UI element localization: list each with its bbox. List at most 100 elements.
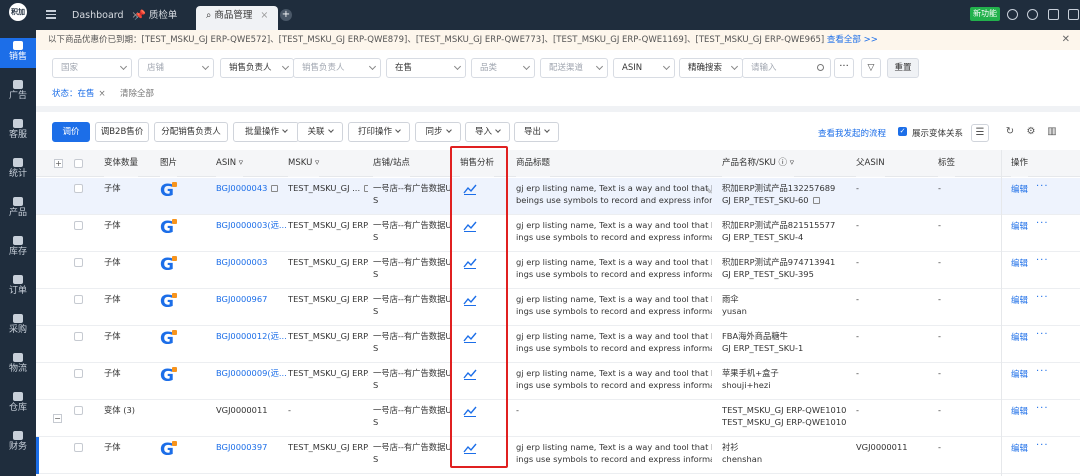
reset-button[interactable]: 重置 xyxy=(887,58,919,78)
tab-dashboard[interactable]: Dashboard × xyxy=(72,6,140,26)
menu-toggle-icon[interactable] xyxy=(46,10,56,19)
status-select[interactable]: 在售 xyxy=(386,58,466,78)
sidebar-item-finance[interactable]: 财务 xyxy=(0,428,36,458)
row-checkbox[interactable] xyxy=(74,258,83,267)
category-select[interactable]: 品类 xyxy=(471,58,535,78)
edit-title-icon[interactable]: ✎ xyxy=(706,187,713,196)
tab-quality-check[interactable]: 📌 质检单 xyxy=(134,6,177,26)
filter-icon[interactable]: ▿ xyxy=(790,158,794,168)
product-thumbnail[interactable]: G xyxy=(160,367,177,385)
sales-trend-icon[interactable] xyxy=(463,368,477,380)
help-icon[interactable] xyxy=(1007,9,1018,20)
adjust-price-button[interactable]: 调价 xyxy=(52,122,90,142)
table-row[interactable]: 子体 G BGJ0000043 TEST_MSKU_GJ ... 一号店--有广告数据U… xyxy=(36,178,1080,215)
edit-link[interactable]: 编辑 xyxy=(1011,257,1028,269)
edit-link[interactable]: 编辑 xyxy=(1011,405,1028,417)
asin-link[interactable]: BGJ0000012(远... xyxy=(216,331,286,342)
list-view-icon[interactable]: ☰ xyxy=(971,124,989,142)
more-actions-icon[interactable]: ··· xyxy=(1036,366,1049,377)
asin-link[interactable]: BGJ0000003(远... xyxy=(216,220,286,231)
edit-link[interactable]: 编辑 xyxy=(1011,331,1028,343)
asin-link[interactable]: BGJ0000009(远... xyxy=(216,368,286,379)
sidebar-item-warehouse[interactable]: 仓库 xyxy=(0,389,36,419)
sidebar-item-products[interactable]: 产品 xyxy=(0,194,36,224)
row-checkbox[interactable] xyxy=(74,295,83,304)
settings-icon[interactable]: ⚙ xyxy=(1022,124,1040,142)
sync-button[interactable]: 同步 xyxy=(415,122,461,142)
asin-link[interactable]: BGJ0000397 xyxy=(216,442,267,453)
header-msku[interactable]: MSKU ▿ xyxy=(288,150,320,177)
more-actions-icon[interactable]: ··· xyxy=(1036,403,1049,414)
sidebar-item-ads[interactable]: 广告 xyxy=(0,77,36,107)
edit-link[interactable]: 编辑 xyxy=(1011,442,1028,454)
adjust-b2b-price-button[interactable]: 调B2B售价 xyxy=(95,122,149,142)
owner-type-select[interactable]: 销售负责人 xyxy=(220,58,294,78)
header-product-name-sku[interactable]: 产品名称/SKU ⓘ ▿ xyxy=(722,150,795,177)
filter-icon[interactable]: ▿ xyxy=(239,158,243,168)
tab-product-management[interactable]: ⌕ 商品管理 × xyxy=(196,6,279,30)
product-thumbnail[interactable]: G xyxy=(160,441,177,459)
search-input[interactable]: 请输入 xyxy=(742,58,831,78)
table-row[interactable]: 子体 G BGJ0000397 TEST_MSKU_GJ ERP... 一号店--有广告… xyxy=(36,437,1080,474)
my-flows-link[interactable]: 查看我发起的流程 xyxy=(818,127,886,139)
table-row[interactable]: 子体 G BGJ0000003(远... TEST_MSKU_GJ ERP... 一号店… xyxy=(36,215,1080,252)
row-checkbox[interactable] xyxy=(74,332,83,341)
copy-icon[interactable] xyxy=(271,185,279,192)
settings-icon[interactable] xyxy=(1027,9,1038,20)
row-checkbox[interactable] xyxy=(74,369,83,378)
bell-icon[interactable] xyxy=(1048,9,1059,20)
search-mode-select[interactable]: 精确搜索 xyxy=(679,58,743,78)
sidebar-item-purchase[interactable]: 采购 xyxy=(0,311,36,341)
link-button[interactable]: 关联 xyxy=(297,122,343,142)
new-feature-badge[interactable]: 新功能 xyxy=(970,7,1000,21)
channel-select[interactable]: 配送渠道 xyxy=(540,58,608,78)
show-variants-checkbox[interactable]: ✓ xyxy=(898,127,907,136)
product-thumbnail[interactable]: G xyxy=(160,219,177,237)
sidebar-item-sales[interactable]: 销售 xyxy=(0,38,36,68)
filter-icon[interactable]: ▿ xyxy=(315,158,319,168)
edit-link[interactable]: 编辑 xyxy=(1011,368,1028,380)
more-actions-icon[interactable]: ··· xyxy=(1036,329,1049,340)
row-checkbox[interactable] xyxy=(74,443,83,452)
sidebar-item-orders[interactable]: 订单 xyxy=(0,272,36,302)
close-icon[interactable]: × xyxy=(260,10,268,21)
product-thumbnail[interactable]: G xyxy=(160,293,177,311)
more-filters-button[interactable]: ··· xyxy=(834,58,854,78)
filter-funnel-icon[interactable]: ▽ xyxy=(861,58,881,78)
row-checkbox[interactable] xyxy=(74,406,83,415)
more-actions-icon[interactable]: ··· xyxy=(1036,440,1049,451)
assign-owner-button[interactable]: 分配销售负责人 xyxy=(154,122,228,142)
sidebar-item-logistics[interactable]: 物流 xyxy=(0,350,36,380)
sales-trend-icon[interactable] xyxy=(463,294,477,306)
row-checkbox[interactable] xyxy=(74,184,83,193)
asin-link[interactable]: BGJ0000967 xyxy=(216,294,267,305)
select-all-checkbox[interactable] xyxy=(74,159,83,168)
table-row[interactable]: − 变体 (3) VGJ0000011- 一号店--有广告数据U S - TEST_MSKU… xyxy=(36,400,1080,437)
header-asin[interactable]: ASIN ▿ xyxy=(216,150,244,177)
sales-trend-icon[interactable] xyxy=(463,405,477,417)
sales-trend-icon[interactable] xyxy=(463,331,477,343)
table-row[interactable]: 子体 G BGJ0000003 TEST_MSKU_GJ ERP... 一号店--有广告… xyxy=(36,252,1080,289)
id-type-select[interactable]: ASIN xyxy=(613,58,675,78)
columns-icon[interactable]: ▥ xyxy=(1043,124,1061,142)
copy-icon[interactable] xyxy=(364,185,368,192)
sales-trend-icon[interactable] xyxy=(463,442,477,454)
product-thumbnail[interactable]: G xyxy=(160,182,177,200)
print-button[interactable]: 打印操作 xyxy=(348,122,410,142)
search-icon[interactable] xyxy=(817,64,824,71)
asin-link[interactable]: BGJ0000003 xyxy=(216,257,267,268)
country-select[interactable]: 国家 xyxy=(52,58,132,78)
more-actions-icon[interactable]: ··· xyxy=(1036,255,1049,266)
more-actions-icon[interactable]: ··· xyxy=(1036,218,1049,229)
clear-all-link[interactable]: 清除全部 xyxy=(120,87,154,101)
close-icon[interactable]: × xyxy=(99,89,106,99)
refresh-icon[interactable]: ↻ xyxy=(1001,124,1019,142)
more-actions-icon[interactable]: ··· xyxy=(1036,292,1049,303)
expand-all-toggle[interactable]: + xyxy=(54,159,63,168)
copy-icon[interactable] xyxy=(812,197,820,204)
more-actions-icon[interactable]: ··· xyxy=(1036,181,1049,192)
collapse-toggle[interactable]: − xyxy=(53,414,62,423)
sales-trend-icon[interactable] xyxy=(463,220,477,232)
table-row[interactable]: 子体 G BGJ0000009(远... TEST_MSKU_GJ ERP... 一号店… xyxy=(36,363,1080,400)
edit-link[interactable]: 编辑 xyxy=(1011,220,1028,232)
